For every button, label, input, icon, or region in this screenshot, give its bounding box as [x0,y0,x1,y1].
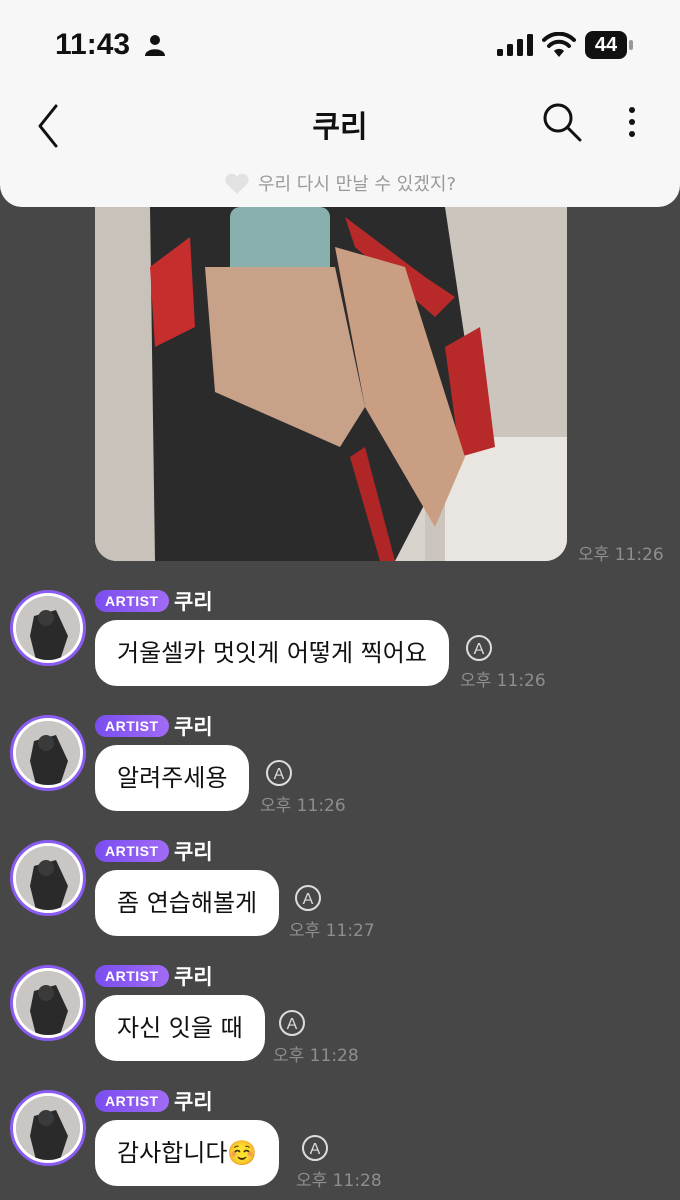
message-time: 오후 11:27 [289,921,375,941]
message-item: ARTIST 쿠리 감사합니다☺️ A 오후 11:28 [0,1090,680,1200]
svg-text:A: A [310,1141,321,1158]
pinned-notice[interactable]: 우리 다시 만날 수 있겠지? [0,170,680,196]
svg-text:A: A [303,891,314,908]
battery-indicator: 44 [585,31,635,59]
translate-icon[interactable]: A [292,882,324,914]
more-vertical-icon[interactable] [620,102,644,146]
svg-text:A: A [287,1016,298,1033]
message-item: ARTIST 쿠리 거울셀카 멋잇게 어떻게 찍어요 A 오후 11:26 [0,590,680,700]
message-time: 오후 11:28 [273,1046,359,1066]
translate-icon[interactable]: A [276,1007,308,1039]
artist-badge: ARTIST [95,965,169,987]
message-bubble[interactable]: 자신 잇을 때 [95,995,265,1061]
message-time: 오후 11:26 [260,796,346,816]
sender-name: 쿠리 [174,590,213,614]
avatar[interactable] [10,965,86,1041]
pinned-notice-text: 우리 다시 만날 수 있겠지? [257,174,457,195]
chat-header: 쿠리 우리 다시 만날 수 있겠지? [0,90,680,207]
message-bubble[interactable]: 거울셀카 멋잇게 어떻게 찍어요 [95,620,449,686]
sender-name: 쿠리 [174,840,213,864]
person-icon [145,35,165,56]
message-bubble[interactable]: 감사합니다☺️ [95,1120,280,1186]
artist-badge: ARTIST [95,590,169,612]
photo-message[interactable] [95,207,567,561]
translate-icon[interactable]: A [263,757,295,789]
battery-level: 44 [594,34,618,56]
message-item: ARTIST 쿠리 자신 잇을 때 A 오후 11:28 [0,965,680,1075]
message-bubble[interactable]: 좀 연습해볼게 [95,870,280,936]
message-time: 오후 11:26 [460,671,546,691]
translate-icon[interactable]: A [299,1132,331,1164]
translate-icon[interactable]: A [463,632,495,664]
sender-name: 쿠리 [174,1090,213,1114]
wifi-icon [542,32,576,57]
avatar[interactable] [10,1090,86,1166]
signal-icon [497,34,533,56]
search-icon[interactable] [540,100,584,144]
status-bar: 11:43 44 [0,0,680,90]
svg-text:A: A [474,641,485,658]
mirror-selfie-image [95,207,567,561]
message-item: ARTIST 쿠리 좀 연습해볼게 A 오후 11:27 [0,840,680,950]
status-time: 11:43 [55,28,131,61]
avatar[interactable] [10,715,86,791]
artist-badge: ARTIST [95,715,169,737]
message-item: ARTIST 쿠리 알려주세용 A 오후 11:26 [0,715,680,825]
message-time: 오후 11:28 [296,1171,382,1191]
artist-badge: ARTIST [95,1090,169,1112]
heart-icon [225,173,249,194]
avatar[interactable] [10,840,86,916]
svg-text:A: A [274,766,285,783]
message-bubble[interactable]: 알려주세용 [95,745,250,811]
sender-name: 쿠리 [174,715,213,739]
sender-name: 쿠리 [174,965,213,989]
avatar[interactable] [10,590,86,666]
artist-badge: ARTIST [95,840,169,862]
photo-time: 오후 11:26 [578,545,664,565]
